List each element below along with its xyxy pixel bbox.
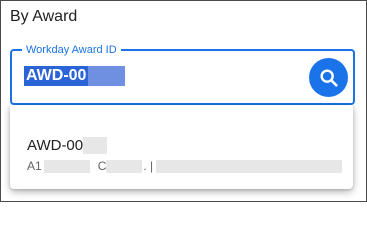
option-primary-text: AWD-00 xyxy=(27,137,108,154)
search-input[interactable]: AWD-00 xyxy=(24,66,126,86)
option-separator: . | xyxy=(143,159,154,173)
suggestion-option[interactable]: AWD-00 A1 C . | xyxy=(10,105,353,189)
workday-award-id-field[interactable]: Workday Award ID AWD-00 xyxy=(10,43,355,105)
field-label: Workday Award ID xyxy=(22,43,121,57)
search-icon xyxy=(319,68,338,87)
suggestions-dropdown: AWD-00 A1 C . | xyxy=(10,105,353,189)
selected-text: AWD-00 xyxy=(24,66,89,86)
redacted-text xyxy=(43,159,90,173)
redacted-text xyxy=(88,66,126,86)
redacted-text xyxy=(106,159,143,173)
search-button[interactable] xyxy=(309,58,348,97)
section-title: By Award xyxy=(10,8,78,25)
redacted-text xyxy=(83,137,108,154)
option-secondary-prefix: A1 xyxy=(27,159,42,173)
option-award-id: AWD-00 xyxy=(27,137,84,154)
award-search-panel: By Award Workday Award ID AWD-00 AWD-00 … xyxy=(0,0,367,202)
redacted-text xyxy=(156,159,343,173)
option-secondary-text: A1 C . | xyxy=(27,159,343,173)
option-secondary-mid: C xyxy=(97,159,107,173)
